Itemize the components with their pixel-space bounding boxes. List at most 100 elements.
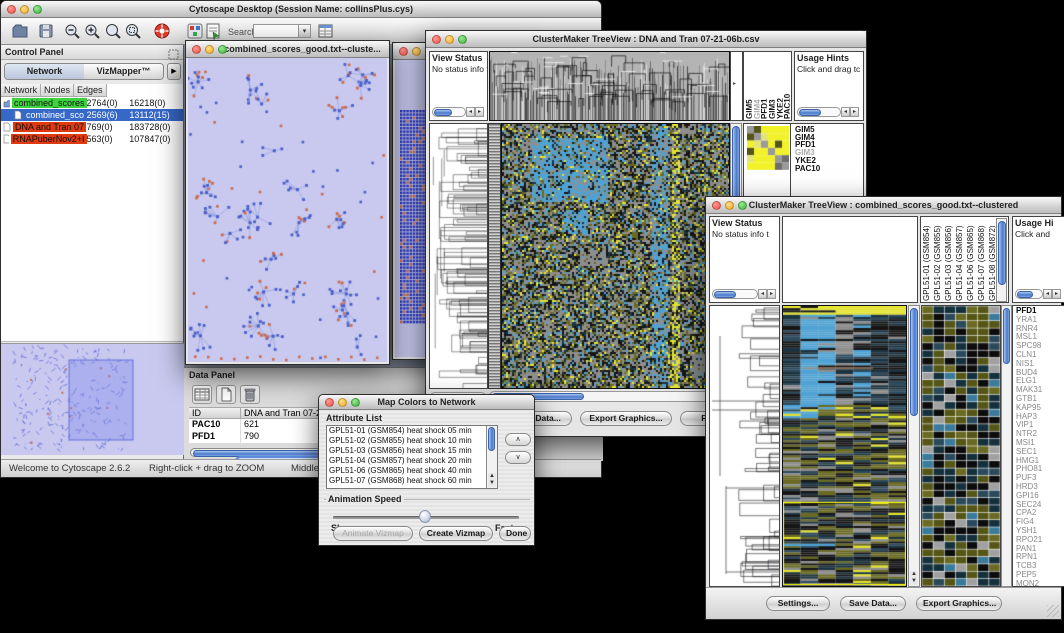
minimize-icon[interactable] xyxy=(338,398,347,407)
close-icon[interactable] xyxy=(712,201,721,210)
rotated-gene-label[interactable]: YKE2 xyxy=(776,53,783,119)
rotated-column-label[interactable]: GPL51-06 (GSM865) xyxy=(966,217,977,301)
view-status-scroll[interactable]: ◂▸ xyxy=(432,106,484,118)
column-header[interactable]: Network xyxy=(1,84,41,97)
attribute-table-icon[interactable] xyxy=(192,385,212,404)
attribute-list-item[interactable]: GPL51-06 (GSM865) heat shock 40 min xyxy=(327,466,497,476)
node-attributes-icon[interactable] xyxy=(186,22,204,40)
search-dropdown-icon[interactable]: ▾ xyxy=(299,24,311,38)
scroll-right-icon[interactable]: ▸ xyxy=(475,107,484,117)
network-canvas[interactable] xyxy=(188,58,387,362)
scrollbar-thumb[interactable] xyxy=(799,109,821,116)
zoom-in-icon[interactable] xyxy=(83,22,101,40)
tv2-column-dendrogram[interactable] xyxy=(782,216,918,303)
gene-list-item[interactable]: MON2 xyxy=(1016,580,1064,587)
minimize-icon[interactable] xyxy=(445,35,454,44)
tv1-row-dendrogram[interactable] xyxy=(429,123,488,389)
zoom-icon[interactable] xyxy=(218,45,227,54)
export-graphics-button[interactable]: Export Graphics... xyxy=(916,596,1002,611)
slider-thumb[interactable] xyxy=(419,510,431,523)
tv1-column-scroll-strip[interactable]: ▸ xyxy=(730,51,743,121)
close-icon[interactable] xyxy=(399,47,408,56)
zoom-icon[interactable] xyxy=(351,398,360,407)
export-graphics-button[interactable]: Export Graphics... xyxy=(580,411,672,426)
tab-item[interactable]: Network xyxy=(5,64,84,79)
scrollbar-thumb[interactable] xyxy=(434,109,452,116)
rotated-column-label[interactable]: GPL51-01 (GSM854) xyxy=(922,217,933,301)
scroll-right-icon[interactable]: ▸ xyxy=(850,107,859,117)
scrollbar-thumb[interactable] xyxy=(910,308,918,416)
scroll-arrows[interactable]: ▲▼ xyxy=(910,571,918,585)
rotated-column-label[interactable]: GPL51-04 (GSM857) xyxy=(955,217,966,301)
zoom-fit-icon[interactable] xyxy=(104,22,122,40)
scroll-arrows[interactable]: ▲▼ xyxy=(488,473,496,487)
attribute-list-item[interactable]: GPL51-02 (GSM855) heat shock 10 min xyxy=(327,436,497,446)
rotated-gene-label[interactable]: PFD1 xyxy=(760,53,767,119)
tv2-row-dendrogram[interactable] xyxy=(709,305,780,587)
scroll-left-icon[interactable]: ◂ xyxy=(1043,289,1052,299)
move-down-button[interactable]: ∨ xyxy=(505,451,531,464)
new-attribute-icon[interactable] xyxy=(216,385,236,404)
attribute-list-scrollbar[interactable]: ▲▼ xyxy=(486,426,497,488)
done-button[interactable]: Done xyxy=(499,526,531,541)
scrollbar-thumb[interactable] xyxy=(488,427,495,451)
tv2-heatmap-vscrollbar[interactable]: ▲▼ xyxy=(908,305,920,587)
network-row[interactable]: RNAPuberNov2+I 563(0) 107847(0) xyxy=(1,133,183,145)
minimize-icon[interactable] xyxy=(412,47,421,56)
usage-hints-scroll[interactable]: ◂▸ xyxy=(1015,288,1061,300)
help-lifesaver-icon[interactable] xyxy=(153,22,171,40)
scroll-left-icon[interactable]: ◂ xyxy=(758,289,767,299)
rotated-gene-label[interactable]: GIM4 xyxy=(753,53,760,119)
birds-eye-view[interactable] xyxy=(1,343,184,455)
close-icon[interactable] xyxy=(432,35,441,44)
tv2-title-bar[interactable]: ClusterMaker TreeView : combined_scores_… xyxy=(706,197,1061,214)
column-header[interactable]: Edges xyxy=(74,84,107,97)
id-column-header[interactable]: ID xyxy=(189,407,241,419)
save-data-button[interactable]: Save Data... xyxy=(840,596,906,611)
move-up-button[interactable]: ∧ xyxy=(505,433,531,446)
resize-grip[interactable] xyxy=(1047,605,1059,617)
scrollbar-thumb[interactable] xyxy=(998,221,1006,285)
zoom-icon[interactable] xyxy=(738,201,747,210)
network-row[interactable]: DNA and Tran 07 769(0) 183728(0) xyxy=(1,121,183,133)
network-row[interactable]: combined_scores 2764(0) 16218(0) xyxy=(1,97,183,109)
rotated-column-label[interactable]: GPL51-03 (GSM856) xyxy=(944,217,955,301)
tv1-heatmap[interactable] xyxy=(501,123,730,389)
rotated-column-label[interactable]: GPL51-02 (GSM855) xyxy=(933,217,944,301)
attribute-list-item[interactable]: GPL51-03 (GSM856) heat shock 15 min xyxy=(327,446,497,456)
tv2-heatmap[interactable] xyxy=(782,305,907,587)
scroll-left-icon[interactable]: ◂ xyxy=(466,107,475,117)
rotated-gene-label[interactable]: GIM5 xyxy=(745,53,752,119)
attribute-list-item[interactable]: GPL51-04 (GSM857) heat shock 20 min xyxy=(327,456,497,466)
zoom-icon[interactable] xyxy=(458,35,467,44)
scroll-right-icon[interactable]: ▸ xyxy=(767,289,776,299)
minimize-icon[interactable] xyxy=(20,5,29,14)
column-header[interactable]: Nodes xyxy=(41,84,74,97)
settings-button[interactable]: Settings... xyxy=(766,596,830,611)
annotation-icon[interactable] xyxy=(204,22,222,40)
close-icon[interactable] xyxy=(192,45,201,54)
close-icon[interactable] xyxy=(325,398,334,407)
rotated-gene-label[interactable]: PAC10 xyxy=(783,53,790,119)
rotated-column-label[interactable]: GPL51-07 (GSM868) xyxy=(977,217,988,301)
search-input[interactable] xyxy=(253,24,299,38)
scroll-right-icon[interactable]: ▸ xyxy=(1052,289,1061,299)
tv1-zoom-matrix[interactable] xyxy=(747,126,789,170)
main-title-bar[interactable]: Cytoscape Desktop (Session Name: collins… xyxy=(1,1,601,18)
scroll-right-icon[interactable]: ▸ xyxy=(733,80,736,87)
scrollbar-thumb[interactable] xyxy=(714,291,736,298)
tab-item[interactable]: VizMapper™ xyxy=(84,64,163,79)
delete-attribute-trash-icon[interactable] xyxy=(240,385,260,404)
minimize-icon[interactable] xyxy=(205,45,214,54)
minimize-icon[interactable] xyxy=(725,201,734,210)
open-file-icon[interactable] xyxy=(11,22,29,40)
tv1-title-bar[interactable]: ClusterMaker TreeView : DNA and Tran 07-… xyxy=(426,31,866,48)
attribute-list-item[interactable]: GPL51-01 (GSM854) heat shock 05 min xyxy=(327,426,497,436)
dialog-title-bar[interactable]: Map Colors to Network xyxy=(319,395,534,410)
scrollbar-thumb[interactable] xyxy=(1017,291,1033,298)
gene-list-item[interactable]: PAC10 xyxy=(795,165,862,173)
create-vizmap-button[interactable]: Create Vizmap xyxy=(419,526,493,541)
close-icon[interactable] xyxy=(7,5,16,14)
zoom-icon[interactable] xyxy=(33,5,42,14)
view-status-scroll[interactable]: ◂▸ xyxy=(712,288,776,300)
